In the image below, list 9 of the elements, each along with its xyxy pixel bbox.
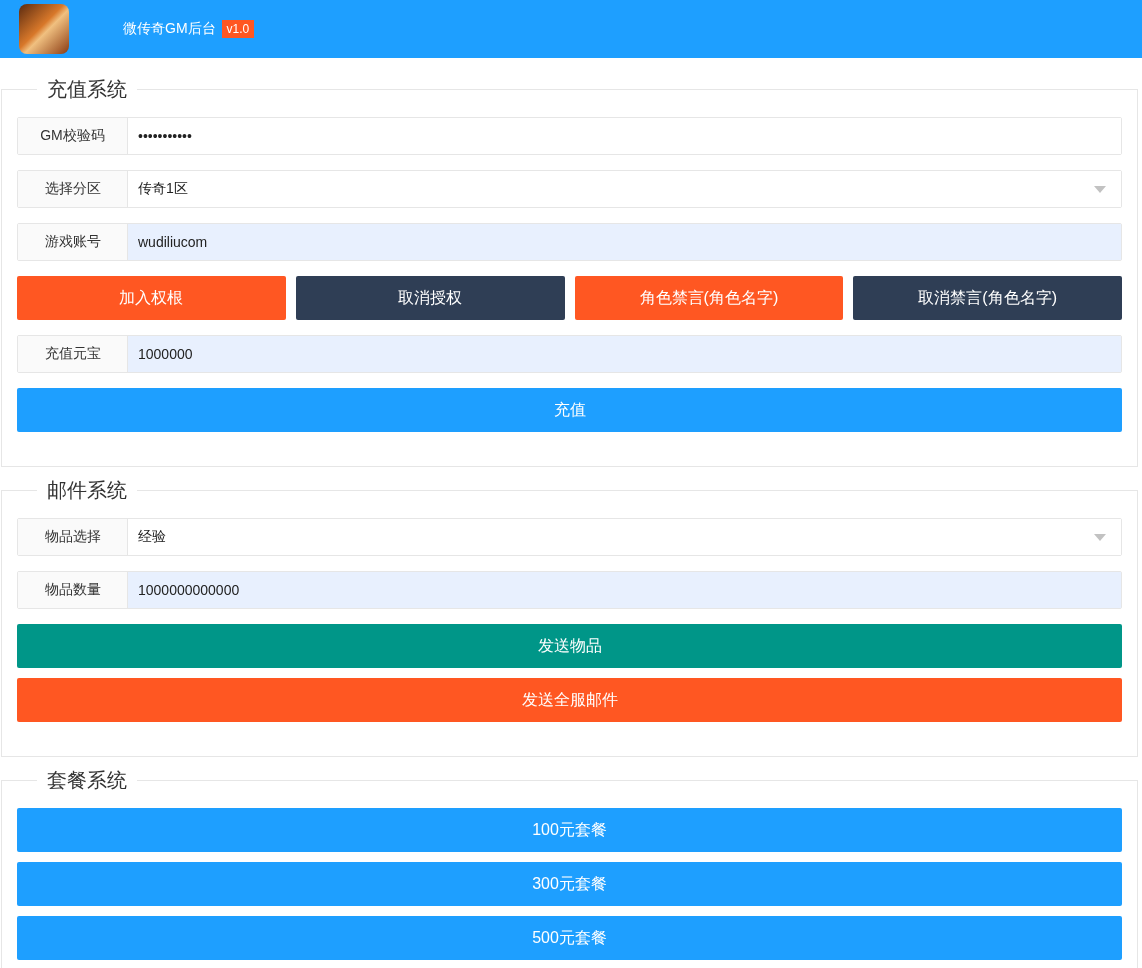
app-icon-placeholder (19, 4, 69, 54)
action-button[interactable]: 取消禁言(角色名字) (853, 276, 1122, 320)
version-badge: v1.0 (221, 20, 255, 38)
app-title: 微传奇GM后台 (123, 20, 216, 38)
section-title: 充值系统 (46, 77, 128, 102)
section-title: 邮件系统 (46, 478, 128, 503)
action-button[interactable]: 取消授权 (295, 276, 565, 320)
section-title: 套餐系统 (46, 768, 128, 793)
action-button[interactable]: 发送物品 (17, 624, 1122, 668)
